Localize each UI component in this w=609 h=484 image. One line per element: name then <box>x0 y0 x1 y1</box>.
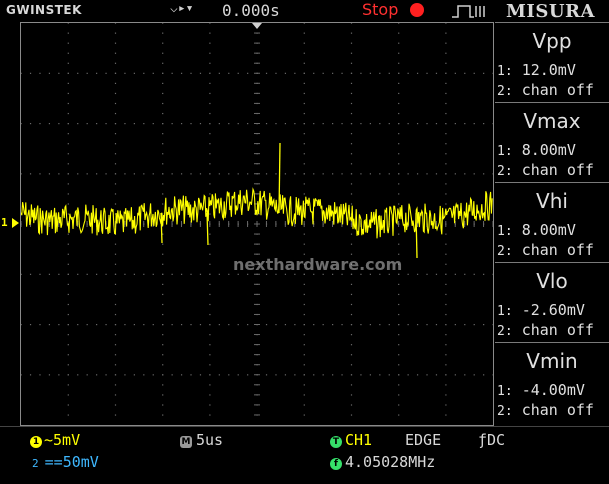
ch1-scale: 5mV <box>53 431 81 449</box>
measurement-ch1-line: 1: 8.00mV <box>497 221 576 239</box>
ch1-prefix: 1: <box>497 64 513 79</box>
ch2-prefix: 2: <box>497 244 513 259</box>
ch1-value: 8.00mV <box>521 221 576 239</box>
measurement-ch2-line: 2: chan off <box>497 401 594 419</box>
measurement-ch2-line: 2: chan off <box>497 241 594 259</box>
trigger-coupling-readout[interactable]: ƒDC <box>478 431 505 449</box>
measurement-title: Vpp <box>532 29 572 53</box>
measurement-title: Vmin <box>526 349 578 373</box>
ch2-scale-readout[interactable]: 2 ==50mV <box>32 453 99 471</box>
frequency-badge-icon: f <box>330 458 342 470</box>
ch2-value: chan off <box>521 401 594 419</box>
measurement-ch2-line: 2: chan off <box>497 81 594 99</box>
trigger-edge-icon <box>452 5 485 18</box>
ch2-value: chan off <box>521 241 594 259</box>
ch1-scale-readout[interactable]: 1 ~5mV <box>30 431 80 449</box>
oscilloscope-screen: GWINSTEK ⌵▸▾ 0.000s Stop MISURA nexthard… <box>0 0 609 484</box>
measurement-vmax[interactable]: Vmax 1: 8.00mV 2: chan off <box>495 102 609 182</box>
watermark: nexthardware.com <box>233 255 403 274</box>
trigger-type[interactable]: EDGE <box>405 431 441 449</box>
falling-edge-icon: ƒ <box>478 431 488 449</box>
trigger-source: CH1 <box>345 431 373 449</box>
trigger-position-icon: ⌵▸▾ <box>170 1 194 16</box>
measurement-ch2-line: 2: chan off <box>497 161 594 179</box>
measurement-title: Vmax <box>523 109 581 133</box>
measurement-ch1-line: 1: -2.60mV <box>497 301 585 319</box>
ch2-prefix: 2: <box>497 404 513 419</box>
ch1-prefix: 1: <box>497 144 513 159</box>
ch2-coupling: == <box>44 453 63 471</box>
measurement-title: Vlo <box>536 269 568 293</box>
measurement-vpp[interactable]: Vpp 1: 12.0mV 2: chan off <box>495 22 609 102</box>
timebase-readout[interactable]: M 5us <box>180 431 223 449</box>
ch1-waveform <box>21 187 493 239</box>
ch2-scale: 50mV <box>62 453 99 471</box>
ch1-prefix: 1: <box>497 224 513 239</box>
ch2-badge-icon: 2 <box>32 457 39 470</box>
ch1-spike <box>415 212 418 259</box>
ch1-value: 12.0mV <box>521 61 576 79</box>
run-status[interactable]: Stop <box>362 0 398 19</box>
measurement-vhi[interactable]: Vhi 1: 8.00mV 2: chan off <box>495 182 609 262</box>
bottom-status-bar: 1 ~5mV 2 ==50mV M 5us T CH1 EDGE ƒDC f 4.0502… <box>0 426 609 484</box>
measurement-vlo[interactable]: Vlo 1: -2.60mV 2: chan off <box>495 262 609 342</box>
ch1-value: 8.00mV <box>521 141 576 159</box>
ch1-badge-icon: 1 <box>30 436 42 448</box>
ch2-value: chan off <box>521 81 594 99</box>
stop-indicator-icon <box>410 3 424 17</box>
timebase: 5us <box>196 431 224 449</box>
horizontal-delay: 0.000s <box>222 1 280 20</box>
ch2-prefix: 2: <box>497 84 513 99</box>
measurement-panel: Vpp 1: 12.0mV 2: chan off Vmax 1: 8.00mV… <box>495 22 609 426</box>
measurement-ch1-line: 1: 12.0mV <box>497 61 576 79</box>
ch1-spike <box>278 142 281 214</box>
brand-logo: GWINSTEK <box>6 3 82 17</box>
frequency: 4.05028MHz <box>345 453 436 471</box>
ch1-prefix: 1: <box>497 304 513 319</box>
measurement-ch1-line: 1: -4.00mV <box>497 381 585 399</box>
ch1-trace <box>21 142 493 259</box>
ch2-value: chan off <box>521 161 594 179</box>
timebase-badge-icon: M <box>180 436 192 448</box>
trigger-coupling: DC <box>487 431 506 449</box>
top-status-bar: GWINSTEK ⌵▸▾ 0.000s Stop MISURA <box>0 0 609 22</box>
measurement-vmin[interactable]: Vmin 1: -4.00mV 2: chan off <box>495 342 609 422</box>
ch1-prefix: 1: <box>497 384 513 399</box>
ch2-value: chan off <box>521 321 594 339</box>
ch1-ground-arrow-icon <box>12 218 19 228</box>
ch1-coupling: ~ <box>44 431 54 449</box>
waveform-display: nexthardware.com <box>20 22 494 426</box>
ch1-ground-marker[interactable]: 1 <box>1 216 8 229</box>
trigger-source-readout[interactable]: T CH1 <box>330 431 372 449</box>
ch1-value: -4.00mV <box>521 381 585 399</box>
ch2-prefix: 2: <box>497 324 513 339</box>
ch2-prefix: 2: <box>497 164 513 179</box>
measurement-title: Vhi <box>536 189 568 213</box>
ch1-value: -2.60mV <box>521 301 585 319</box>
trigger-badge-icon: T <box>330 436 342 448</box>
frequency-readout: f 4.05028MHz <box>330 453 435 471</box>
measurement-ch1-line: 1: 8.00mV <box>497 141 576 159</box>
measure-menu-title[interactable]: MISURA <box>506 1 595 22</box>
measurement-ch2-line: 2: chan off <box>497 321 594 339</box>
